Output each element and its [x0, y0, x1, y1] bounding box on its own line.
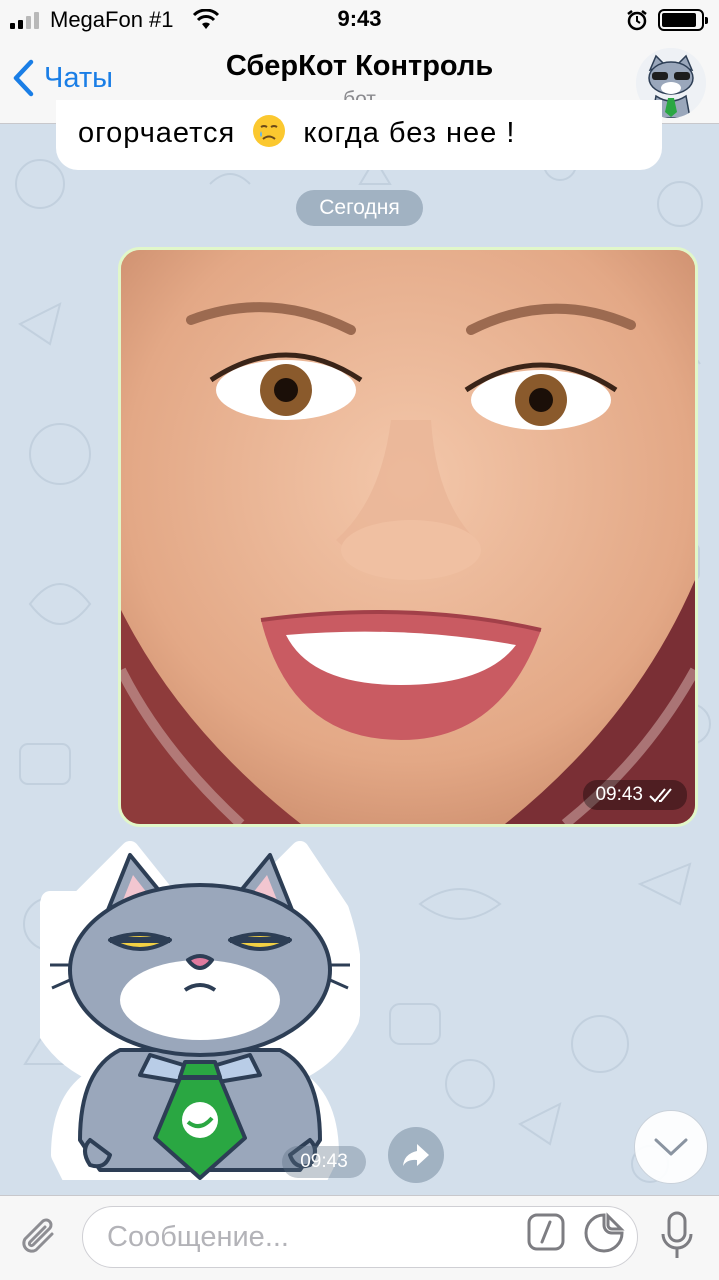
- microphone-icon[interactable]: [660, 1210, 694, 1262]
- face-photo: [121, 250, 695, 824]
- sticker-timestamp: 09:43: [282, 1146, 366, 1178]
- battery-icon: [658, 9, 708, 31]
- date-separator: Сегодня: [296, 190, 423, 226]
- status-bar: MegaFon #1 9:43: [0, 0, 719, 40]
- sticker-icon[interactable]: [583, 1212, 625, 1254]
- crying-face-emoji-icon: [253, 115, 286, 147]
- double-check-icon: [649, 788, 672, 803]
- slash-command-icon[interactable]: [526, 1212, 566, 1252]
- chevron-down-icon: [654, 1138, 688, 1156]
- status-time: 9:43: [337, 6, 382, 31]
- scroll-to-bottom-button[interactable]: [634, 1110, 708, 1184]
- timestamp-text: 09:43: [595, 784, 643, 805]
- incoming-message-bubble[interactable]: огорчается когда без нее !: [56, 100, 662, 170]
- photo-timestamp: 09:43: [583, 780, 687, 810]
- alarm-icon: [627, 10, 647, 31]
- paperclip-icon[interactable]: [18, 1214, 62, 1262]
- message-placeholder: Сообщение...: [107, 1221, 289, 1253]
- chat-title[interactable]: СберКот Контроль: [0, 50, 719, 83]
- photo-message[interactable]: 09:43: [118, 247, 698, 827]
- message-text: когда без нее !: [303, 117, 516, 149]
- message-text: огорчается: [78, 117, 236, 149]
- share-button[interactable]: [388, 1127, 444, 1183]
- cat-sticker[interactable]: [27, 840, 363, 1204]
- grumpy-cat-sticker-icon: [27, 841, 363, 1204]
- share-arrow-icon: [403, 1144, 429, 1166]
